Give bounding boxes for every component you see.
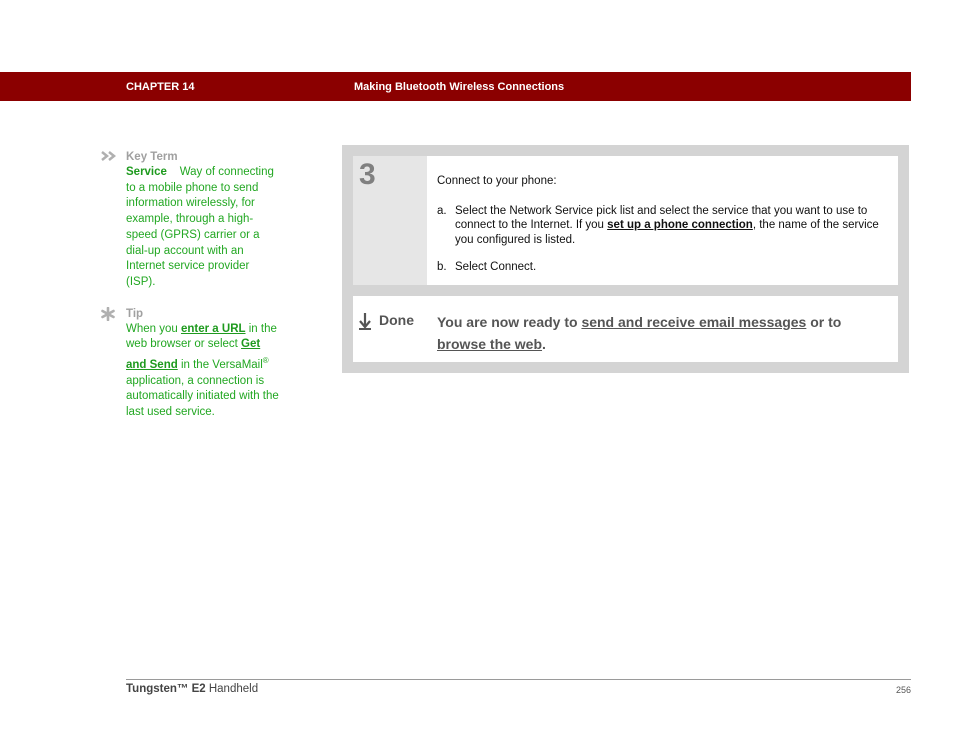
step-item-a: a. Select the Network Service pick list … [437,204,892,248]
done-box: Done You are now ready to send and recei… [353,296,898,362]
sidebar: Key Term Service Way of connecting to a … [100,150,280,421]
done-label: Done [379,312,414,328]
footer-divider [126,679,911,680]
step-number: 3 [359,158,376,191]
step-item-label: b. [437,261,447,273]
key-term-word: Service [126,166,167,178]
step-content: Connect to your phone: a. Select the Net… [437,174,892,275]
tip-text: application, a connection is automatical… [126,374,279,418]
key-term-definition: Way of connecting to a mobile phone to s… [126,166,274,288]
step-item-b: b. Select Connect. [437,260,892,275]
send-receive-email-link[interactable]: send and receive email messages [581,314,806,330]
tip-body: When you enter a URL in the web browser … [126,322,280,421]
footer-product: Tungsten™ E2 Handheld [126,683,258,695]
done-text-part: You are now ready to [437,314,582,330]
tip-block: Tip When you enter a URL in the web brow… [100,306,280,421]
done-text-part: or to [806,314,842,330]
step-panel: 3 Connect to your phone: a. Select the N… [342,145,909,373]
footer-product-name: Handheld [205,683,259,695]
step-number-column: 3 [353,156,427,285]
tip-text: in the VersaMail [177,358,263,371]
key-term-block: Key Term Service Way of connecting to a … [100,150,280,291]
page-number: 256 [895,685,911,695]
step-item-text: Select Connect. [455,261,537,273]
step-intro: Connect to your phone: [437,175,557,187]
double-chevron-icon [100,150,120,164]
registered-mark: ® [262,356,269,366]
browse-web-link[interactable]: browse the web [437,336,542,352]
tip-text: When you [126,322,181,335]
phone-connection-link[interactable]: set up a phone connection [607,219,753,231]
down-arrow-icon [357,312,373,330]
section-title: Making Bluetooth Wireless Connections [354,81,565,93]
footer-brand: Tungsten™ E2 [126,683,206,695]
key-term-heading: Key Term [126,151,178,163]
tip-heading: Tip [126,307,144,320]
asterisk-icon [100,306,120,321]
chapter-label: CHAPTER 14 [126,81,195,93]
done-text-part: . [542,336,546,352]
step-box: 3 Connect to your phone: a. Select the N… [353,156,898,285]
key-term-body: Service Way of connecting to a mobile ph… [126,165,280,291]
step-item-label: a. [437,204,447,217]
done-text: You are now ready to send and receive em… [437,311,877,355]
chapter-header-bar: CHAPTER 14 Making Bluetooth Wireless Con… [0,72,911,101]
enter-url-link[interactable]: enter a URL [181,323,246,335]
